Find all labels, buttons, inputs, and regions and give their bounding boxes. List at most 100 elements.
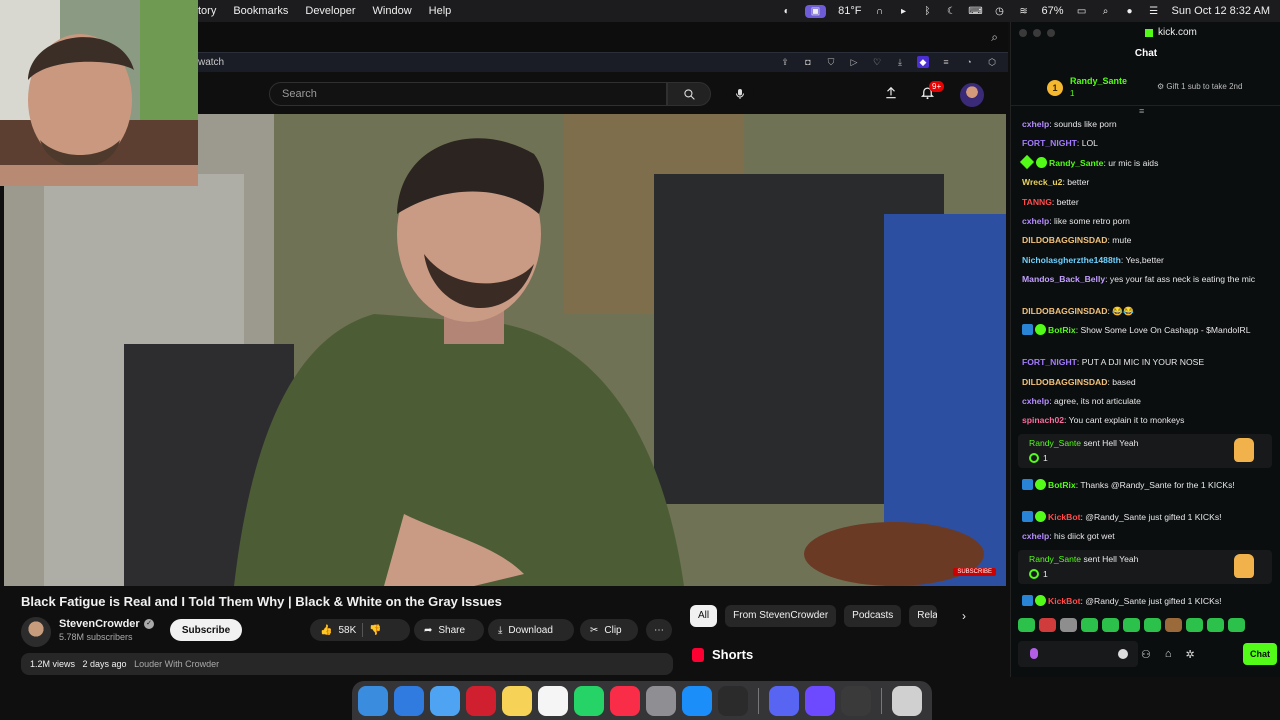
dock-reminders-icon[interactable] (538, 685, 568, 716)
battery-percent[interactable]: 67% (1042, 5, 1064, 17)
menu-developer[interactable]: Developer (299, 5, 366, 17)
emote-icon[interactable] (1207, 618, 1224, 632)
chat-username[interactable]: FORT_NIGHT (1022, 357, 1077, 367)
search-input[interactable]: Search (269, 82, 667, 106)
profile-icon[interactable]: ◔ (963, 56, 975, 68)
spotlight-search-icon[interactable]: ⌕ (1100, 5, 1112, 17)
dock-chatgpt-icon[interactable] (841, 685, 871, 716)
emote-icon[interactable] (1039, 618, 1056, 632)
search-button[interactable] (667, 82, 711, 106)
chip-related[interactable]: Relat (909, 605, 938, 627)
chat-username[interactable]: Nicholasgherzthe1488th (1022, 255, 1121, 265)
gift-sender[interactable]: Randy_Sante (1029, 554, 1081, 564)
subscribe-button[interactable]: Subscribe (170, 619, 242, 641)
dock-discord-icon[interactable] (769, 685, 799, 716)
voice-search-button[interactable] (726, 82, 754, 106)
extension-icon[interactable]: ◆ (917, 56, 929, 68)
menu-window[interactable]: Window (367, 5, 423, 17)
chat-username[interactable]: spinach02 (1022, 415, 1064, 425)
dock-mail-icon[interactable] (430, 685, 460, 716)
bluetooth-icon[interactable]: ᛒ (922, 5, 934, 17)
emote-icon[interactable] (1018, 618, 1035, 632)
zoom-window-button[interactable] (1047, 29, 1055, 37)
video-description-box[interactable]: 1.2M views 2 days ago Louder With Crowde… (21, 653, 673, 675)
battery-icon[interactable]: ▭ (1076, 5, 1088, 17)
users-icon[interactable]: ⚇ (1141, 648, 1151, 661)
chat-username[interactable]: Randy_Sante (1049, 158, 1103, 168)
emote-icon[interactable] (1081, 618, 1098, 632)
chat-username[interactable]: cxhelp (1022, 119, 1049, 129)
play-icon[interactable]: ▸ (898, 5, 910, 17)
emote-icon[interactable] (1060, 618, 1077, 632)
chat-username[interactable]: Wreck_u2 (1022, 177, 1062, 187)
chat-username[interactable]: KickBot (1048, 596, 1080, 606)
dock-music-icon[interactable] (610, 685, 640, 716)
channel-name[interactable]: StevenCrowder (59, 618, 140, 630)
like-count[interactable]: 58K (338, 625, 356, 636)
emote-icon[interactable] (1165, 618, 1182, 632)
collapse-handle-icon[interactable]: ≡ (1139, 106, 1144, 116)
chat-username[interactable]: cxhelp (1022, 531, 1049, 541)
thumbs-down-icon[interactable]: 👎 (369, 625, 381, 636)
gift-leaderboard[interactable]: 1 Randy_Sante 1 ⚙ Gift 1 sub to take 2nd… (1011, 70, 1280, 116)
headphones-icon[interactable]: ∩ (874, 5, 886, 17)
microphone-icon[interactable] (1030, 648, 1038, 659)
emote-icon[interactable] (1144, 618, 1161, 632)
settings-gear-icon[interactable]: ✲ (1186, 648, 1195, 661)
dock-trash-icon[interactable] (892, 685, 922, 716)
tab-search-icon[interactable]: ⌕ (991, 30, 998, 45)
close-window-button[interactable] (1019, 29, 1027, 37)
browser-urlbar[interactable]: watch ⇪ ◘ ⛉ ▷ ♡ ⤓ ◆ ≡ ◔ ⬡ (198, 52, 1008, 72)
keyboard-input-icon[interactable]: ⌨ (968, 5, 982, 17)
leaderboard-user[interactable]: Randy_Sante (1070, 76, 1127, 86)
menubar-clock[interactable]: Sun Oct 12 8:32 AM (1172, 5, 1270, 17)
time-machine-icon[interactable]: ◷ (994, 5, 1006, 17)
chip-all[interactable]: All (690, 605, 718, 627)
control-center-icon[interactable]: ☰ (1148, 5, 1160, 17)
menu-icon[interactable]: ≡ (940, 56, 952, 68)
menu-history[interactable]: tory (198, 5, 227, 17)
download-icon[interactable]: ⤓ (894, 56, 906, 68)
dock-obs-icon[interactable] (718, 685, 748, 716)
chevron-right-icon[interactable]: › (962, 609, 966, 623)
dock-app-store-icon[interactable] (682, 685, 712, 716)
minimize-window-button[interactable] (1033, 29, 1041, 37)
thumbs-up-icon[interactable]: 👍 (320, 625, 332, 636)
send-chat-button[interactable]: Chat (1243, 643, 1277, 665)
description-link[interactable]: Louder With Crowder (134, 659, 219, 669)
dock-finder-icon[interactable] (358, 685, 388, 716)
dock-safari-icon[interactable] (394, 685, 424, 716)
emoji-picker-icon[interactable] (1118, 649, 1128, 659)
cube-icon[interactable]: ⬡ (986, 56, 998, 68)
share-button[interactable]: ➦ Share (414, 619, 484, 641)
chip-podcasts[interactable]: Podcasts (844, 605, 902, 627)
dock-opera-icon[interactable] (466, 685, 496, 716)
focus-moon-icon[interactable]: ☾ (946, 5, 958, 17)
gift-sub-prompt[interactable]: ⚙ Gift 1 sub to take 2nd (1157, 82, 1242, 91)
chat-input[interactable] (1018, 641, 1138, 667)
create-button[interactable] (884, 86, 898, 105)
menu-bookmarks[interactable]: Bookmarks (227, 5, 299, 17)
screen-record-icon[interactable]: ▣ (804, 4, 827, 18)
gift-sender[interactable]: Randy_Sante (1029, 438, 1081, 448)
dock-whatsapp-icon[interactable] (574, 685, 604, 716)
chat-username[interactable]: cxhelp (1022, 396, 1049, 406)
weather-temperature[interactable]: 81°F (838, 5, 861, 17)
chat-username[interactable]: FORT_NIGHT (1022, 138, 1077, 148)
clip-button[interactable]: ✂ Clip (580, 619, 638, 641)
chat-username[interactable]: cxhelp (1022, 216, 1049, 226)
wifi-icon[interactable]: ≋ (1018, 5, 1030, 17)
chat-username[interactable]: BotRix (1048, 325, 1076, 335)
download-button[interactable]: ⤓ Download (488, 619, 574, 641)
emote-icon[interactable] (1228, 618, 1245, 632)
chat-username[interactable]: Mandos_Back_Belly (1022, 274, 1105, 284)
chat-username[interactable]: DILDOBAGGINSDAD (1022, 306, 1107, 316)
notifications-button[interactable]: 9+ (920, 81, 945, 105)
chat-username[interactable]: KickBot (1048, 512, 1080, 522)
heart-icon[interactable]: ♡ (871, 56, 883, 68)
siri-icon[interactable]: ● (1124, 5, 1136, 17)
chat-username[interactable]: DILDOBAGGINSDAD (1022, 235, 1107, 245)
menu-help[interactable]: Help (423, 5, 463, 17)
dock-notes-icon[interactable] (502, 685, 532, 716)
chip-from-channel[interactable]: From StevenCrowder (725, 605, 837, 627)
